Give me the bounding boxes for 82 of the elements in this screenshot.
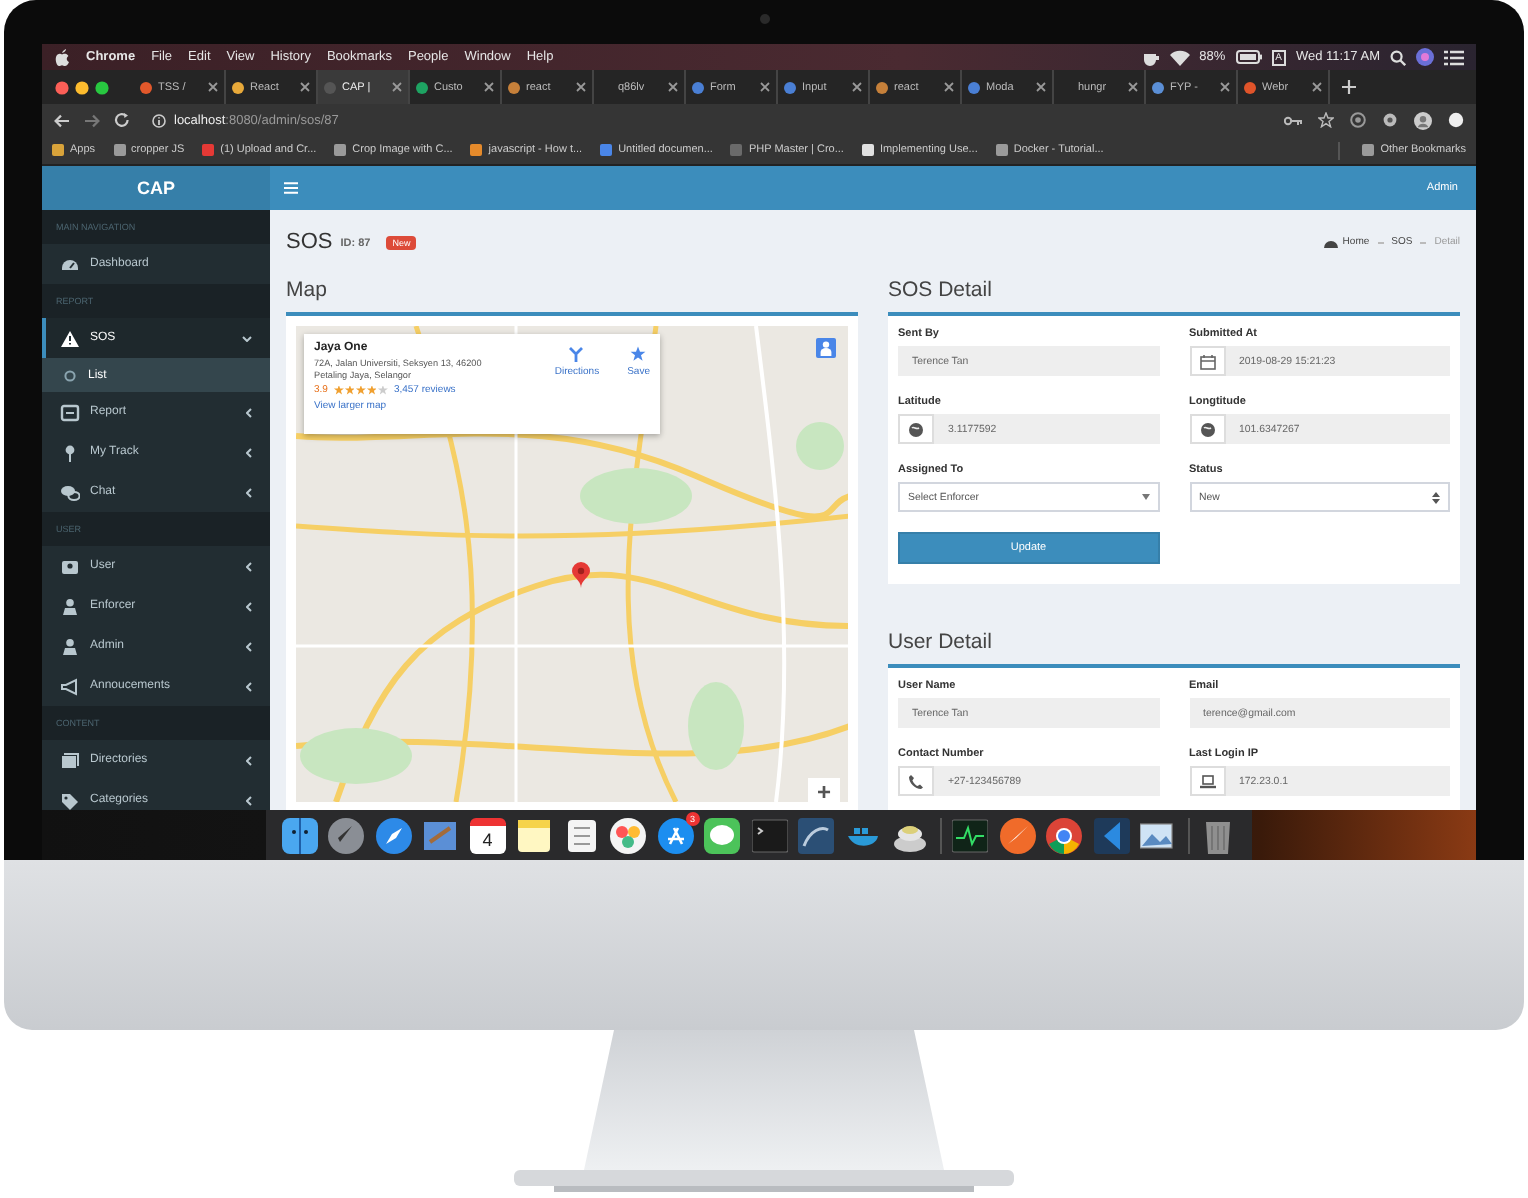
chevron-left-icon [246,601,252,611]
forward-arrow-icon[interactable] [84,113,100,127]
close-icon[interactable] [576,82,586,92]
star-icon[interactable] [1318,112,1334,128]
window-controls-icon[interactable] [54,79,114,95]
close-icon[interactable] [300,82,310,92]
section-title: Map [286,276,329,306]
globe-icon [1199,421,1215,437]
back-arrow-icon[interactable] [54,113,70,127]
megaphone-icon [60,677,80,695]
calendar-icon [1199,353,1215,369]
laptop-icon [1199,773,1215,789]
speech-bubble-icon[interactable] [704,817,741,853]
zoom-in-button[interactable]: + [808,778,840,806]
paper-plane-icon[interactable] [999,817,1036,853]
chevron-left-icon [246,681,252,691]
chat-icon [60,483,80,501]
circle-icon [64,369,76,381]
street-view-icon[interactable] [816,338,836,358]
compass-icon[interactable] [375,817,412,853]
pin-icon [60,443,80,461]
chevron-left-icon [246,755,252,765]
notepad-icon[interactable] [516,817,553,853]
key-icon[interactable] [1284,115,1302,125]
map-pin-icon [572,562,590,588]
section-title: SOS Detail [888,276,994,306]
finder-icon[interactable] [281,817,318,853]
cup-icon[interactable] [1141,49,1160,65]
person-icon [60,597,80,615]
close-icon[interactable] [944,82,954,92]
photo-viewer-icon[interactable] [1140,817,1177,853]
wifi-icon[interactable] [1169,49,1190,65]
globe-icon [908,421,924,437]
chevron-down-icon [242,335,252,341]
activity-monitor-icon[interactable] [952,817,989,853]
close-icon[interactable] [484,82,494,92]
info-icon[interactable] [152,113,166,127]
book-icon [60,751,80,769]
close-icon[interactable] [1036,82,1046,92]
close-icon[interactable] [668,82,678,92]
directions-icon [568,346,585,362]
star-icon [630,346,647,362]
id-card-icon [60,557,80,575]
apple-icon [54,48,70,66]
close-icon[interactable] [852,82,862,92]
warning-icon [60,329,80,347]
close-icon[interactable] [208,82,218,92]
calendar-icon[interactable]: 4 [469,817,506,853]
chevron-left-icon [246,447,252,457]
phone-icon [908,773,924,789]
checklist-icon[interactable] [563,817,600,853]
dashboard-icon [1324,237,1339,247]
search-icon[interactable] [1390,49,1406,65]
close-icon[interactable] [1128,82,1138,92]
page-title: SOS [286,230,333,254]
battery-icon[interactable] [1235,50,1262,64]
person-icon [60,637,80,655]
caret-down-icon [1141,494,1149,500]
up-down-caret-icon [1432,491,1440,503]
code-editor-icon[interactable] [1093,817,1130,853]
reload-icon[interactable] [114,112,130,128]
flower-icon[interactable] [610,817,647,853]
menu-icon[interactable] [1448,112,1464,128]
close-icon[interactable] [1312,82,1322,92]
close-icon[interactable] [760,82,770,92]
chrome-icon[interactable] [1046,817,1083,853]
close-icon[interactable] [392,82,402,92]
list-icon[interactable] [1444,49,1464,65]
section-title: User Detail [888,628,994,658]
chevron-left-icon [246,487,252,497]
chevron-left-icon [246,795,252,805]
chevron-left-icon [246,407,252,417]
chevron-left-icon [246,561,252,571]
dashboard-icon [60,255,80,273]
plus-icon[interactable] [1342,80,1356,94]
chevron-left-icon [246,641,252,651]
square-icon [60,403,80,421]
close-icon[interactable] [1220,82,1230,92]
app-logo[interactable]: CAP [42,166,270,210]
siri-icon[interactable] [1416,48,1434,66]
camera-dot [760,14,770,24]
avatar-icon[interactable] [1414,111,1432,129]
